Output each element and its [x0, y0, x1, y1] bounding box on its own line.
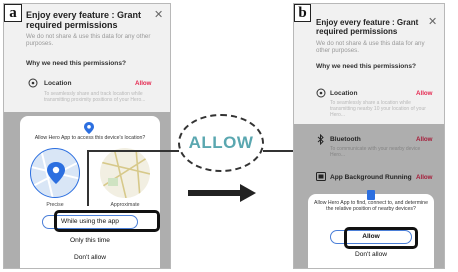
connector-line-a-vertical — [87, 150, 89, 206]
precise-label: Precise — [46, 202, 64, 208]
location-icon — [316, 88, 326, 101]
panel-label-a: a — [4, 4, 22, 22]
dialog-prompt: Allow Hero App to access this device's l… — [34, 135, 146, 141]
only-this-time-button[interactable]: Only this time — [42, 237, 138, 244]
allow-callout-badge: ALLOW — [178, 114, 264, 172]
close-icon[interactable]: ✕ — [428, 15, 437, 28]
transition-arrow-shaft — [188, 190, 242, 196]
page-title: Enjoy every feature : Grant required per… — [26, 10, 142, 30]
connector-line-a-horizontal — [87, 150, 179, 152]
permission-description: To seamlessly share a location while tra… — [330, 100, 426, 118]
page-title: Enjoy every feature : Grant required per… — [316, 18, 419, 36]
screenshot-panel-a: a Enjoy every feature : Grant required p… — [3, 3, 171, 269]
dont-allow-button[interactable]: Don't allow — [42, 254, 138, 261]
dialog-prompt: Allow Hero App to find, connect to, and … — [314, 200, 428, 213]
dont-allow-button[interactable]: Don't allow — [330, 251, 412, 258]
transition-arrow-icon — [240, 184, 256, 202]
screenshot-panel-b: b Enjoy every feature : Grant required p… — [293, 3, 445, 269]
location-permission-dialog: Allow Hero App to access this device's l… — [20, 116, 160, 268]
callout-highlight-b — [344, 227, 418, 249]
callout-highlight-a — [54, 210, 160, 232]
panel-label-b: b — [294, 4, 311, 22]
close-icon[interactable]: ✕ — [154, 8, 163, 21]
permission-row-location: Location Allow To seamlessly share and t… — [4, 76, 170, 114]
permission-name: Location — [44, 80, 72, 87]
location-icon — [28, 78, 38, 91]
precise-map[interactable] — [30, 148, 80, 198]
page-subtitle: We do not share & use this data for any … — [316, 40, 425, 54]
permission-name: Location — [330, 90, 358, 97]
permission-allow-button[interactable]: Allow — [135, 80, 152, 87]
why-heading: Why we need this permissions? — [316, 63, 417, 70]
permission-allow-button[interactable]: Allow — [416, 90, 433, 97]
approximate-map[interactable] — [100, 148, 150, 198]
why-heading: Why we need this permissions? — [26, 60, 127, 67]
permission-description: To seamlessly share and track location w… — [44, 91, 146, 103]
allow-callout-text: ALLOW — [188, 133, 254, 152]
page-subtitle: We do not share & use this data for any … — [26, 33, 151, 47]
approximate-label: Approximate — [110, 202, 140, 208]
